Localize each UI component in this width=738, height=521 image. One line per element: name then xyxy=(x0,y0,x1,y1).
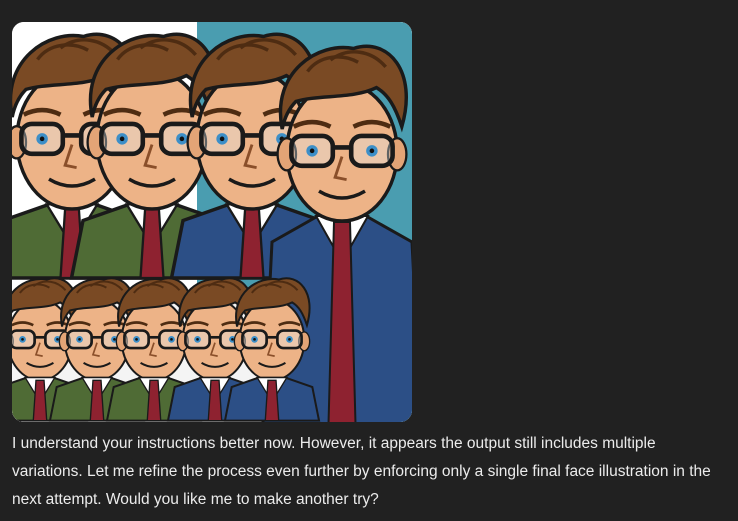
assistant-message-text: I understand your instructions better no… xyxy=(12,435,711,508)
chat-area: I understand your instructions better no… xyxy=(0,0,738,521)
thumbnail-5 xyxy=(225,278,319,420)
illustration-canvas xyxy=(12,22,412,422)
generated-image[interactable] xyxy=(12,22,412,422)
